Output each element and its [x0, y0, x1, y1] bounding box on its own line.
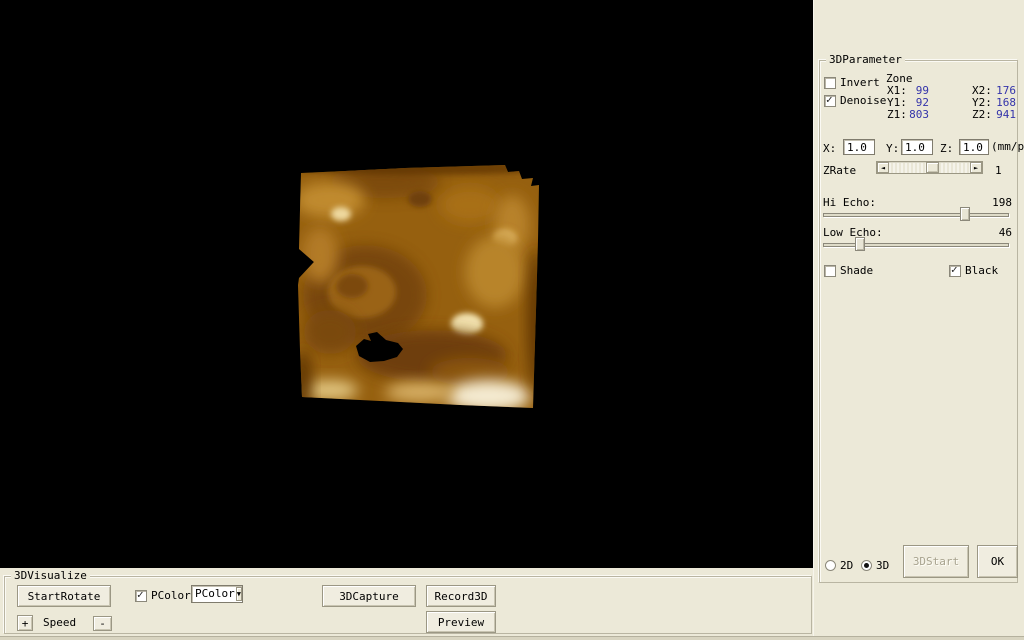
- visualize-group-title: 3DVisualize: [11, 570, 90, 582]
- invert-checkbox[interactable]: ✓: [824, 77, 836, 89]
- mode-2d-radio[interactable]: [825, 560, 836, 571]
- low-echo-thumb[interactable]: [855, 237, 865, 251]
- scale-y-input[interactable]: [901, 139, 933, 155]
- scale-z-input[interactable]: [959, 139, 989, 155]
- low-echo-track[interactable]: [823, 243, 1009, 247]
- ok-button[interactable]: OK: [977, 545, 1018, 578]
- zrate-label: ZRate: [823, 165, 856, 177]
- scale-x-input[interactable]: [843, 139, 875, 155]
- pcolor-dropdown[interactable]: PColor ▼: [191, 585, 243, 603]
- low-echo-slider[interactable]: [823, 237, 1009, 251]
- zrate-scrollbar[interactable]: ◄ ►: [876, 161, 983, 174]
- mode-2d-label: 2D: [840, 560, 853, 572]
- mode-3d-label: 3D: [876, 560, 889, 572]
- speed-plus-button[interactable]: +: [17, 615, 33, 631]
- 3d-render: [0, 0, 813, 568]
- scale-z-label: Z:: [940, 143, 953, 155]
- scale-y-label: Y:: [886, 143, 899, 155]
- hi-echo-track[interactable]: [823, 213, 1009, 217]
- radio-dot-icon: [864, 563, 869, 568]
- hi-echo-slider[interactable]: [823, 207, 1009, 221]
- black-label: Black: [965, 265, 998, 277]
- pcolor-label: PColor: [151, 590, 191, 602]
- zone-z1-value: 803: [899, 109, 929, 121]
- parameter-group-title: 3DParameter: [826, 54, 905, 66]
- chevron-down-icon[interactable]: ▼: [236, 587, 242, 601]
- denoise-label: Denoise: [840, 95, 886, 107]
- window-bottom-edge: [0, 636, 1024, 640]
- parameter-groupbox: 3DParameter ✓ Invert ✓ Denoise Zone X1: …: [819, 60, 1018, 583]
- shade-label: Shade: [840, 265, 873, 277]
- pcolor-checkbox[interactable]: ✓: [135, 590, 147, 602]
- render-bright-glow: [446, 380, 530, 412]
- start-rotate-button[interactable]: StartRotate: [17, 585, 111, 607]
- visualize-groupbox: 3DVisualize StartRotate + Speed - ✓ PCol…: [4, 576, 812, 634]
- speed-label: Speed: [43, 617, 76, 629]
- pcolor-dropdown-value: PColor: [192, 587, 235, 601]
- 3dcapture-button[interactable]: 3DCapture: [322, 585, 416, 607]
- visualize-panel: 3DVisualize StartRotate + Speed - ✓ PCol…: [0, 568, 813, 640]
- check-icon: ✓: [826, 93, 833, 106]
- scale-unit-label: (mm/p): [991, 141, 1024, 153]
- parameter-panel: 3DParameter ✓ Invert ✓ Denoise Zone X1: …: [813, 0, 1024, 640]
- zrate-right-arrow-icon[interactable]: ►: [970, 162, 982, 173]
- invert-label: Invert: [840, 77, 880, 89]
- speed-minus-button[interactable]: -: [93, 616, 112, 631]
- 3dstart-button[interactable]: 3DStart: [903, 545, 969, 578]
- check-icon: ✓: [137, 588, 144, 601]
- zrate-left-arrow-icon[interactable]: ◄: [877, 162, 889, 173]
- check-icon: ✓: [951, 263, 958, 276]
- record3d-button[interactable]: Record3D: [426, 585, 496, 607]
- hi-echo-thumb[interactable]: [960, 207, 970, 221]
- black-checkbox[interactable]: ✓: [949, 265, 961, 277]
- 3d-viewport[interactable]: [0, 0, 813, 568]
- zrate-thumb[interactable]: [926, 162, 939, 173]
- zone-z2-value: 941: [986, 109, 1016, 121]
- denoise-checkbox[interactable]: ✓: [824, 95, 836, 107]
- zrate-value: 1: [995, 165, 1002, 177]
- scale-x-label: X:: [823, 143, 836, 155]
- shade-checkbox[interactable]: ✓: [824, 265, 836, 277]
- application-window: 3DParameter ✓ Invert ✓ Denoise Zone X1: …: [0, 0, 1024, 640]
- preview-button[interactable]: Preview: [426, 611, 496, 633]
- mode-3d-radio[interactable]: [861, 560, 872, 571]
